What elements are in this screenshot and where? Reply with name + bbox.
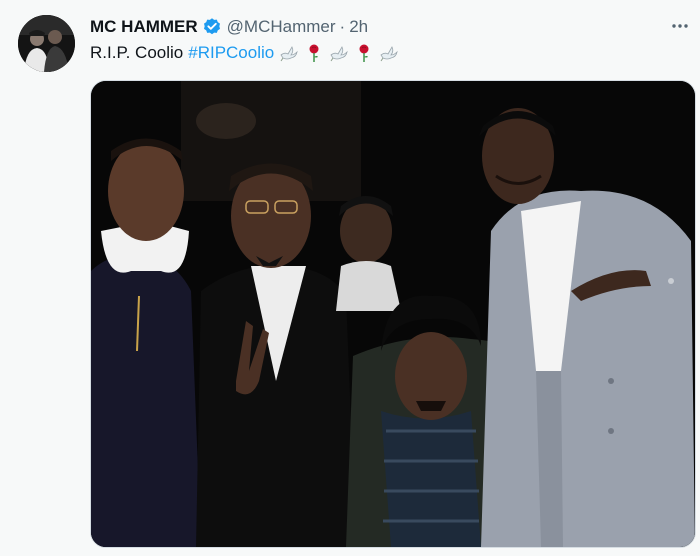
verified-badge-icon: [202, 17, 222, 37]
dove-icon: [279, 43, 299, 63]
more-options-icon[interactable]: [668, 14, 692, 38]
tweet-text-body: R.I.P. Coolio: [90, 43, 184, 62]
dove-icon: [329, 43, 349, 63]
hashtag-link[interactable]: #RIPCoolio: [188, 43, 274, 63]
display-name[interactable]: MC HAMMER: [90, 17, 198, 37]
tweet-card: MC HAMMER @MCHammer · 2h R.I.P. Coolio #…: [0, 0, 700, 556]
avatar[interactable]: [18, 15, 75, 72]
timestamp[interactable]: 2h: [349, 17, 368, 37]
rose-icon: [304, 43, 324, 63]
tweet-text: R.I.P. Coolio #RIPCoolio: [90, 41, 399, 65]
dove-icon: [379, 43, 399, 63]
tweet-header: MC HAMMER @MCHammer · 2h: [90, 15, 368, 39]
separator-dot: ·: [339, 17, 346, 36]
user-handle[interactable]: @MCHammer: [227, 17, 336, 37]
rose-icon: [354, 43, 374, 63]
tweet-photo[interactable]: [90, 80, 696, 548]
